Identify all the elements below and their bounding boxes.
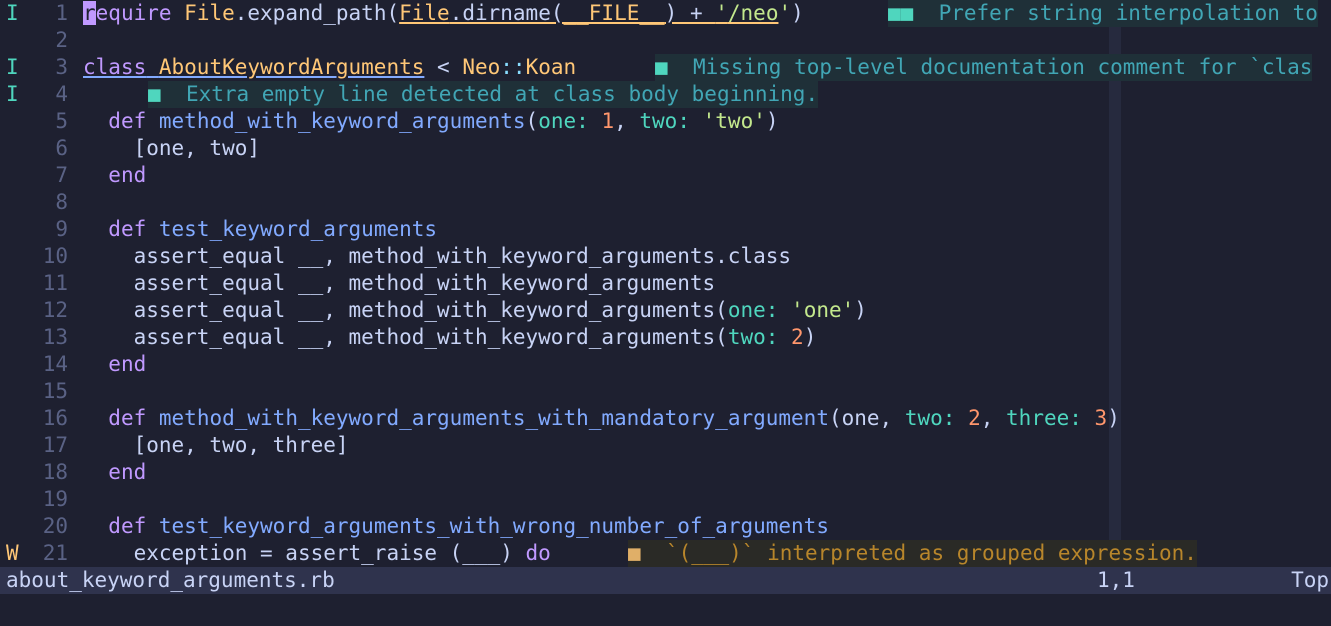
diagnostic-virtual-text: ■ `(___)` interpreted as grouped express… bbox=[628, 540, 1197, 567]
status-line: about_keyword_arguments.rb 1,1 Top bbox=[0, 567, 1331, 594]
code-line[interactable]: 5 def method_with_keyword_arguments(one:… bbox=[0, 108, 1331, 135]
code-text[interactable]: end bbox=[83, 351, 146, 378]
line-number: 5 bbox=[55, 109, 68, 133]
code-line[interactable]: 12 assert_equal __, method_with_keyword_… bbox=[0, 297, 1331, 324]
info-sign: I bbox=[6, 1, 19, 25]
code-line[interactable]: I 3 class AboutKeywordArguments < Neo::K… bbox=[0, 54, 1331, 81]
line-number: 4 bbox=[55, 82, 68, 106]
line-number: 15 bbox=[42, 379, 68, 403]
code-text[interactable]: def test_keyword_arguments_with_wrong_nu… bbox=[83, 513, 829, 540]
line-number: 17 bbox=[42, 433, 68, 457]
code-line[interactable]: 14 end bbox=[0, 351, 1331, 378]
line-number: 1 bbox=[55, 1, 68, 25]
status-cursor-position: 1,1 bbox=[1097, 568, 1135, 592]
code-line[interactable]: 18 end bbox=[0, 459, 1331, 486]
command-line[interactable] bbox=[0, 594, 1331, 626]
code-text[interactable]: assert_equal __, method_with_keyword_arg… bbox=[83, 297, 867, 324]
editor-buffer[interactable]: I 1 require File.expand_path(File.dirnam… bbox=[0, 0, 1331, 567]
info-sign: I bbox=[6, 82, 19, 106]
code-line[interactable]: 9 def test_keyword_arguments bbox=[0, 216, 1331, 243]
diagnostic-marker-icon: ■ bbox=[148, 82, 161, 106]
code-line[interactable]: I 1 require File.expand_path(File.dirnam… bbox=[0, 0, 1331, 27]
line-number: 10 bbox=[42, 244, 68, 268]
line-number: 3 bbox=[55, 55, 68, 79]
code-line[interactable]: 10 assert_equal __, method_with_keyword_… bbox=[0, 243, 1331, 270]
line-number: 20 bbox=[42, 514, 68, 538]
status-filename: about_keyword_arguments.rb bbox=[6, 568, 335, 592]
diagnostic-marker-icon: ■ bbox=[655, 55, 668, 79]
line-number: 14 bbox=[42, 352, 68, 376]
diagnostic-virtual-text: ■■ Prefer string interpolation to bbox=[888, 0, 1318, 27]
diagnostic-marker-icon: ■■ bbox=[888, 1, 914, 25]
code-line[interactable]: 7 end bbox=[0, 162, 1331, 189]
code-text[interactable]: require File.expand_path(File.dirname(__… bbox=[83, 0, 804, 27]
diagnostic-marker-icon: ■ bbox=[628, 541, 641, 565]
line-number: 11 bbox=[42, 271, 68, 295]
diagnostic-virtual-text: ■ Missing top-level documentation commen… bbox=[655, 54, 1313, 81]
code-text[interactable]: end bbox=[83, 162, 146, 189]
line-number: 7 bbox=[55, 163, 68, 187]
code-text[interactable]: exception = assert_raise (___) do bbox=[83, 540, 551, 567]
line-number: 8 bbox=[55, 190, 68, 214]
code-line[interactable]: 6 [one, two] bbox=[0, 135, 1331, 162]
status-scroll-indicator: Top bbox=[1291, 568, 1329, 592]
cursor: r bbox=[83, 1, 96, 25]
code-text[interactable]: end bbox=[83, 459, 146, 486]
line-number: 21 bbox=[42, 541, 68, 565]
info-sign: I bbox=[6, 55, 19, 79]
code-text[interactable]: [one, two, three] bbox=[83, 432, 349, 459]
code-line[interactable]: 19 bbox=[0, 486, 1331, 513]
code-text[interactable]: class AboutKeywordArguments < Neo::Koan bbox=[83, 54, 576, 81]
code-line[interactable]: 8 bbox=[0, 189, 1331, 216]
code-text[interactable]: assert_equal __, method_with_keyword_arg… bbox=[83, 243, 791, 270]
code-line[interactable]: 13 assert_equal __, method_with_keyword_… bbox=[0, 324, 1331, 351]
code-line[interactable]: 16 def method_with_keyword_arguments_wit… bbox=[0, 405, 1331, 432]
line-number: 9 bbox=[55, 217, 68, 241]
code-line[interactable]: 20 def test_keyword_arguments_with_wrong… bbox=[0, 513, 1331, 540]
line-number: 6 bbox=[55, 136, 68, 160]
line-number: 13 bbox=[42, 325, 68, 349]
code-text[interactable]: def test_keyword_arguments bbox=[83, 216, 437, 243]
code-line[interactable]: W 21 exception = assert_raise (___) do ■… bbox=[0, 540, 1331, 567]
code-line[interactable]: 15 bbox=[0, 378, 1331, 405]
diagnostic-virtual-text: ■ Extra empty line detected at class bod… bbox=[148, 81, 819, 108]
line-number: 2 bbox=[55, 28, 68, 52]
line-number: 19 bbox=[42, 487, 68, 511]
line-number: 18 bbox=[42, 460, 68, 484]
code-text[interactable]: assert_equal __, method_with_keyword_arg… bbox=[83, 324, 817, 351]
code-text[interactable]: [one, two] bbox=[83, 135, 260, 162]
code-line[interactable]: 2 bbox=[0, 27, 1331, 54]
code-text[interactable]: assert_equal __, method_with_keyword_arg… bbox=[83, 270, 716, 297]
warning-sign: W bbox=[6, 541, 19, 565]
line-number: 12 bbox=[42, 298, 68, 322]
line-number: 16 bbox=[42, 406, 68, 430]
code-text[interactable]: def method_with_keyword_arguments(one: 1… bbox=[83, 108, 778, 135]
code-line[interactable]: I 4 ■ Extra empty line detected at class… bbox=[0, 81, 1331, 108]
code-line[interactable]: 11 assert_equal __, method_with_keyword_… bbox=[0, 270, 1331, 297]
code-text[interactable]: def method_with_keyword_arguments_with_m… bbox=[83, 405, 1120, 432]
code-line[interactable]: 17 [one, two, three] bbox=[0, 432, 1331, 459]
